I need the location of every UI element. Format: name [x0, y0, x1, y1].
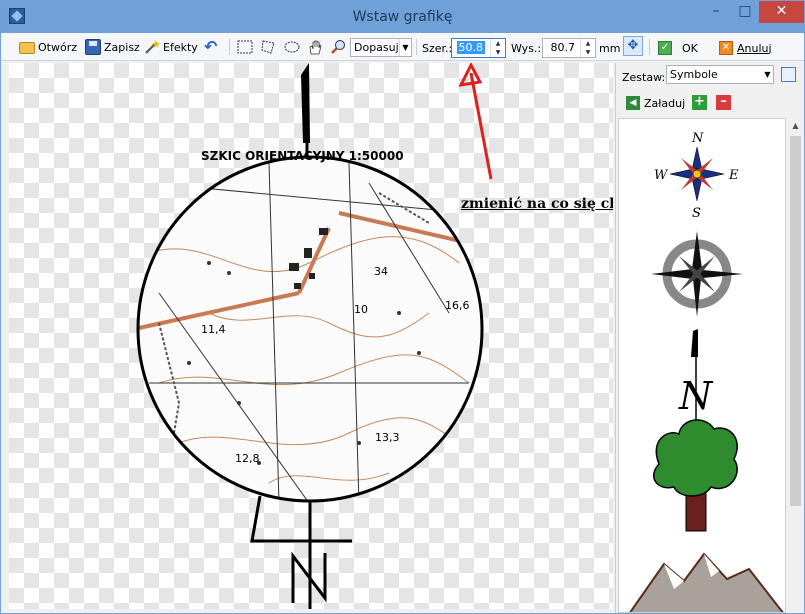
fit-select[interactable]: Dopasuj ▼	[350, 38, 412, 57]
unit-label: mm	[599, 42, 621, 55]
close-button[interactable]: ✕	[759, 1, 804, 23]
load-button[interactable]: ◀ Załaduj	[626, 93, 685, 113]
window-title: Wstaw grafikę	[352, 9, 453, 25]
hand-pan-icon[interactable]	[307, 39, 323, 55]
open-label: Otwórz	[38, 40, 77, 54]
save-button[interactable]: Zapisz	[85, 37, 140, 57]
cancel-button[interactable]: ✕ Anuluj	[719, 38, 772, 58]
arrow-n-letter: N	[678, 374, 714, 418]
annotation-arrow	[469, 72, 493, 180]
set-select[interactable]: Symbole ▼	[666, 65, 774, 84]
save-icon	[85, 39, 101, 55]
scroll-thumb[interactable]	[790, 136, 801, 506]
symbol-thumbnails: N W E S N	[629, 131, 784, 613]
cancel-icon: ✕	[719, 41, 733, 55]
undo-icon: ↶	[204, 37, 218, 56]
image-canvas[interactable]: SZKIC ORIENTACYJNY 1:50000 34 10 16,6 11…	[9, 63, 613, 609]
map-graphic: SZKIC ORIENTACYJNY 1:50000 34 10 16,6 11…	[136, 63, 493, 609]
toolbar-separator	[416, 39, 417, 55]
width-input[interactable]: 50.8 ▲ ▼	[451, 38, 506, 58]
copy-icon[interactable]	[781, 67, 796, 82]
set-select-value: Symbole	[670, 68, 718, 81]
ok-label: OK	[682, 41, 698, 55]
tree-symbol[interactable]	[653, 419, 738, 532]
maximize-button[interactable]: □	[731, 1, 759, 23]
folder-icon	[19, 42, 35, 54]
width-stepper[interactable]: ▲ ▼	[490, 39, 505, 57]
chevron-down-icon: ▼	[764, 70, 771, 79]
compass-e-letter: E	[728, 168, 739, 183]
ellipse-select-icon[interactable]	[284, 39, 300, 55]
set-row: Zestaw:	[622, 67, 665, 87]
toolbar: Otwórz Zapisz Efekty ↶ Dopasuj ▼ Szer.: …	[1, 33, 804, 61]
topographic-map	[138, 157, 482, 501]
map-title: SZKIC ORIENTACYJNY 1:50000	[201, 149, 404, 163]
save-label: Zapisz	[104, 40, 140, 54]
check-icon: ✓	[658, 41, 672, 55]
annotation-text: zmienić na co się chce	[461, 196, 613, 212]
effects-label: Efekty	[163, 40, 198, 54]
mountains-symbol[interactable]	[629, 552, 784, 613]
ok-button[interactable]: ✓ OK	[658, 38, 698, 58]
symbol-panel: Zestaw: Symbole ▼ ◀ Załaduj + – N W E S …	[615, 63, 804, 613]
map-label-12-8: 12,8	[235, 452, 260, 465]
map-label-13-3: 13,3	[375, 431, 400, 444]
compass-n-letter: N	[691, 131, 704, 146]
width-value: 50.8	[456, 41, 485, 54]
map-label-10: 10	[354, 303, 368, 316]
title-bar: Wstaw grafikę – □ ✕	[1, 1, 804, 33]
magic-wand-icon	[145, 40, 160, 54]
height-label: Wys.:	[511, 42, 542, 55]
toolbar-separator	[649, 39, 650, 55]
move-icon[interactable]: ✥	[623, 36, 643, 56]
chevron-down-icon: ▼	[399, 39, 411, 56]
compass-w-letter: W	[654, 168, 669, 183]
map-label-16-6: 16,6	[445, 299, 470, 312]
minimize-button[interactable]: –	[701, 1, 731, 23]
effects-button[interactable]: Efekty	[144, 37, 198, 57]
compass-star-symbol[interactable]	[651, 231, 743, 317]
set-label: Zestaw:	[622, 70, 666, 84]
lasso-select-icon[interactable]	[260, 39, 276, 55]
undo-button[interactable]: ↶	[204, 37, 220, 57]
insert-graphic-window: Wstaw grafikę – □ ✕ Otwórz Zapisz Efekty…	[0, 0, 805, 614]
load-icon: ◀	[626, 96, 640, 110]
map-label-34: 34	[374, 265, 388, 278]
compass-rose-symbol[interactable]: N W E S	[654, 131, 739, 221]
compass-s-letter: S	[692, 206, 701, 221]
load-label: Załaduj	[644, 96, 686, 110]
cancel-label: Anuluj	[737, 41, 772, 55]
width-label: Szer.:	[422, 42, 453, 55]
open-button[interactable]: Otwórz	[19, 37, 77, 57]
symbol-gallery: N W E S N	[618, 118, 786, 613]
north-arrow-symbol[interactable]: N	[678, 329, 714, 424]
height-value: 80.7	[550, 41, 576, 54]
scroll-up-icon[interactable]: ▲	[788, 118, 803, 133]
remove-symbol-button[interactable]: –	[716, 95, 731, 110]
add-symbol-button[interactable]: +	[692, 95, 707, 110]
height-stepper[interactable]: ▲ ▼	[580, 39, 595, 57]
toolbar-separator	[229, 39, 230, 55]
gallery-scrollbar[interactable]: ▲	[788, 118, 803, 613]
rect-select-icon[interactable]	[237, 39, 253, 55]
height-input[interactable]: 80.7 ▲ ▼	[542, 38, 596, 58]
north-arrow-top	[301, 63, 310, 143]
north-arrow-bottom	[250, 495, 352, 543]
map-label-11-4: 11,4	[201, 323, 226, 336]
fit-select-value: Dopasuj	[354, 41, 399, 54]
zoom-icon[interactable]	[330, 39, 346, 55]
